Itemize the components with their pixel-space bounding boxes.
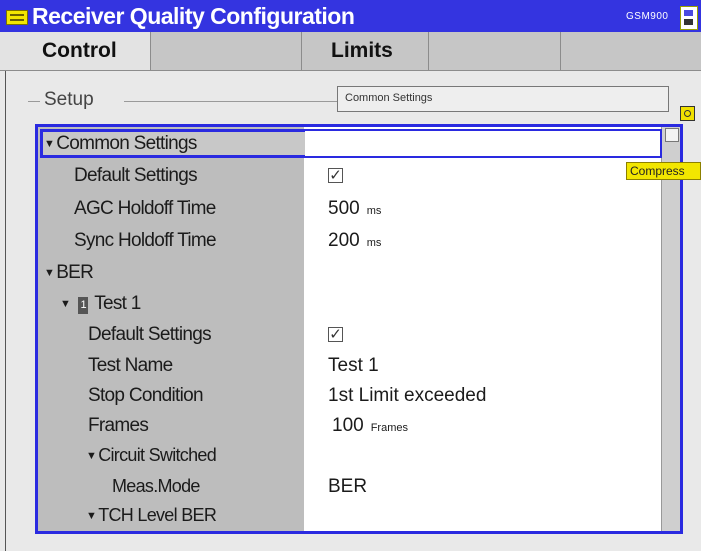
- common-default-settings-label: Default Settings: [74, 165, 198, 186]
- settings-values-column: [304, 127, 661, 531]
- test-default-settings-checkbox[interactable]: ✓: [328, 327, 343, 342]
- common-default-settings-checkbox[interactable]: ✓: [328, 168, 343, 183]
- tab-control-label: Control: [42, 39, 117, 62]
- test-name-field[interactable]: Test 1: [328, 355, 379, 377]
- node-circuit-switched[interactable]: ▼ Circuit Switched: [86, 445, 217, 466]
- sync-holdoff-label: Sync Holdoff Time: [74, 230, 217, 251]
- scrollbar[interactable]: [661, 127, 680, 531]
- collapse-triangle-icon[interactable]: ▼: [44, 138, 55, 150]
- setup-frame-line-right: [124, 101, 337, 102]
- screen-toggle-icon[interactable]: [680, 6, 698, 30]
- scrollbar-thumb[interactable]: [665, 128, 679, 142]
- tab-limits-label: Limits: [331, 39, 393, 62]
- stop-condition-field[interactable]: 1st Limit exceeded: [328, 385, 486, 407]
- title-bar: Receiver Quality Configuration GSM900: [0, 0, 701, 32]
- tab-empty-3[interactable]: [561, 32, 701, 70]
- meas-mode-field[interactable]: BER: [328, 476, 367, 498]
- node-test-1[interactable]: ▼ 1 Test 1: [60, 293, 141, 315]
- node-tch-level-ber[interactable]: ▼ TCH Level BER: [86, 505, 217, 526]
- tab-limits[interactable]: Limits: [302, 32, 429, 70]
- test-number-badge: 1: [78, 297, 89, 314]
- tab-bar: Control Limits: [0, 32, 701, 71]
- node-common-settings[interactable]: ▼ Common Settings: [44, 133, 197, 155]
- test-name-label: Test Name: [88, 355, 173, 376]
- test-default-settings-label: Default Settings: [88, 324, 212, 345]
- tab-empty-2[interactable]: [429, 32, 561, 70]
- collapse-triangle-icon[interactable]: ▼: [86, 450, 97, 462]
- frames-field[interactable]: 100 Frames: [332, 415, 408, 437]
- agc-holdoff-field[interactable]: 500 ms: [328, 198, 381, 220]
- menu-icon[interactable]: [6, 10, 28, 25]
- tab-empty-1[interactable]: [151, 32, 302, 70]
- frames-label: Frames: [88, 415, 149, 436]
- meas-mode-label: Meas.Mode: [112, 476, 200, 496]
- setup-label: Setup: [44, 89, 94, 110]
- section-selector-value: Common Settings: [345, 92, 433, 104]
- section-selector[interactable]: Common Settings: [337, 86, 669, 112]
- setup-frame-line-left: [28, 101, 40, 102]
- tab-control[interactable]: Control: [0, 32, 151, 70]
- sync-holdoff-field[interactable]: 200 ms: [328, 230, 381, 252]
- node-ber[interactable]: ▼ BER: [44, 262, 94, 284]
- selected-row-value: [305, 131, 660, 156]
- stop-condition-label: Stop Condition: [88, 385, 204, 406]
- collapse-triangle-icon[interactable]: ▼: [44, 267, 55, 279]
- agc-holdoff-label: AGC Holdoff Time: [74, 198, 216, 219]
- collapse-triangle-icon[interactable]: ▼: [60, 298, 71, 310]
- collapse-triangle-icon[interactable]: ▼: [86, 510, 97, 522]
- panel-left-border: [5, 71, 6, 551]
- network-label: GSM900: [626, 11, 669, 22]
- compress-tooltip: Compress: [626, 162, 701, 180]
- setup-options-icon[interactable]: [680, 106, 695, 121]
- window-title: Receiver Quality Configuration: [32, 3, 355, 29]
